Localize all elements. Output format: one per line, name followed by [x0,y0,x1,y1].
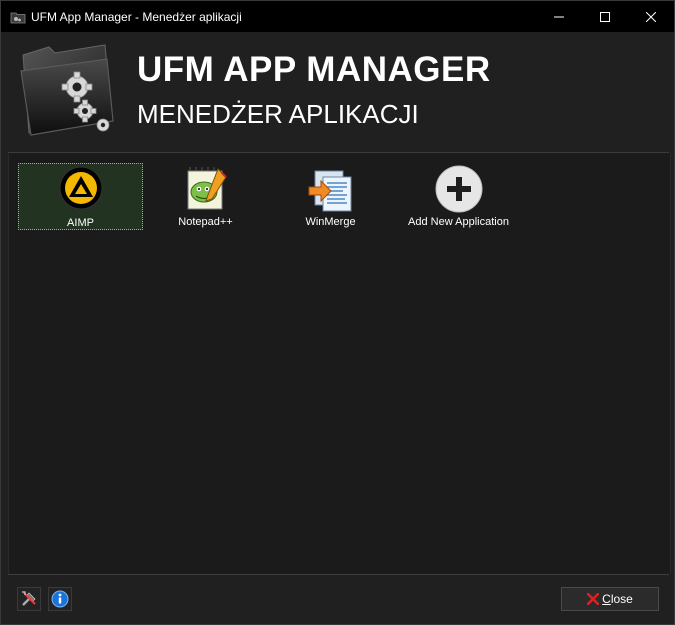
app-label-winmerge: WinMerge [305,216,356,228]
window-title: UFM App Manager - Menedżer aplikacji [31,9,242,24]
close-x-icon [587,593,600,605]
close-window-button[interactable] [628,1,674,32]
close-label: lose [610,592,633,606]
applications-list: AIMP Notepad++ WinMerge Add New Applicat… [8,153,671,574]
aimp-icon [57,166,105,214]
app-tile-winmerge[interactable]: WinMerge [268,163,393,230]
tools-button[interactable] [17,587,41,611]
app-manager-window: UFM App Manager - Menedżer aplikacji UFM… [0,0,675,625]
app-label-notepad-plus-plus: Notepad++ [178,216,233,228]
folder-gear-icon [10,9,26,25]
folder-gears-icon [19,41,115,142]
divider [8,574,669,575]
notepad-plus-plus-icon [182,165,230,213]
title-bar[interactable]: UFM App Manager - Menedżer aplikacji [1,1,674,32]
app-tile-notepad-plus-plus[interactable]: Notepad++ [143,163,268,230]
add-circle-icon [435,165,483,213]
info-icon [51,590,69,608]
app-label-add-new: Add New Application [408,216,509,228]
maximize-button[interactable] [582,1,628,32]
page-title: UFM APP MANAGER [137,50,491,89]
close-icon [646,11,656,22]
app-tile-aimp[interactable]: AIMP [18,163,143,230]
header-banner: UFM APP MANAGER MENEDŻER APLIKACJI [1,32,674,152]
page-subtitle: MENEDŻER APLIKACJI [137,99,419,129]
minimize-icon [554,16,564,17]
tools-icon [22,591,36,606]
add-new-application-button[interactable]: Add New Application [396,163,521,230]
winmerge-icon [307,165,355,213]
maximize-icon [600,11,610,22]
info-button[interactable] [48,587,72,611]
app-label-aimp: AIMP [67,217,94,229]
close-label-mnemonic: C [602,592,611,606]
close-button[interactable]: Close [561,587,659,611]
minimize-button[interactable] [536,1,582,32]
